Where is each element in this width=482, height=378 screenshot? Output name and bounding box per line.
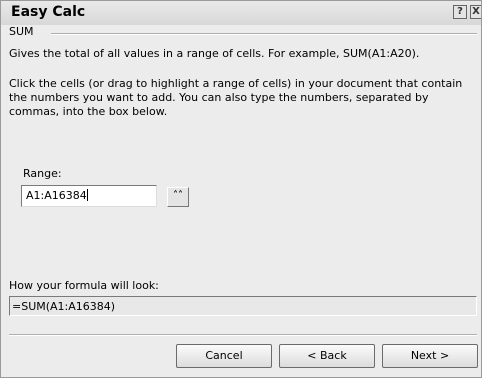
dialog-title: Easy Calc — [11, 4, 86, 20]
function-name-label: SUM — [9, 25, 40, 38]
function-description: Gives the total of all values in a range… — [9, 47, 420, 60]
range-input-value: A1:A16384 — [26, 189, 87, 202]
title-bar[interactable]: Easy Calc ? X — [1, 1, 481, 25]
easy-calc-dialog: Easy Calc ? X SUM Gives the total of all… — [0, 0, 482, 378]
function-section-header: SUM — [9, 25, 477, 41]
help-button[interactable]: ? — [453, 5, 467, 19]
next-button[interactable]: Next > — [382, 344, 478, 368]
collapse-dialog-button[interactable]: ˄˄ — [167, 187, 189, 207]
double-chevron-up-icon: ˄˄ — [173, 190, 183, 201]
footer-divider — [9, 334, 477, 336]
section-divider — [51, 33, 477, 35]
function-instructions: Click the cells (or drag to highlight a … — [9, 77, 463, 118]
back-button[interactable]: < Back — [279, 344, 375, 368]
cancel-button[interactable]: Cancel — [176, 344, 272, 368]
range-input[interactable]: A1:A16384 — [21, 185, 157, 207]
formula-preview: =SUM(A1:A16384) — [9, 296, 477, 316]
range-label: Range: — [23, 167, 62, 180]
close-button[interactable]: X — [470, 5, 481, 19]
text-caret — [86, 189, 88, 201]
formula-preview-label: How your formula will look: — [9, 279, 159, 292]
